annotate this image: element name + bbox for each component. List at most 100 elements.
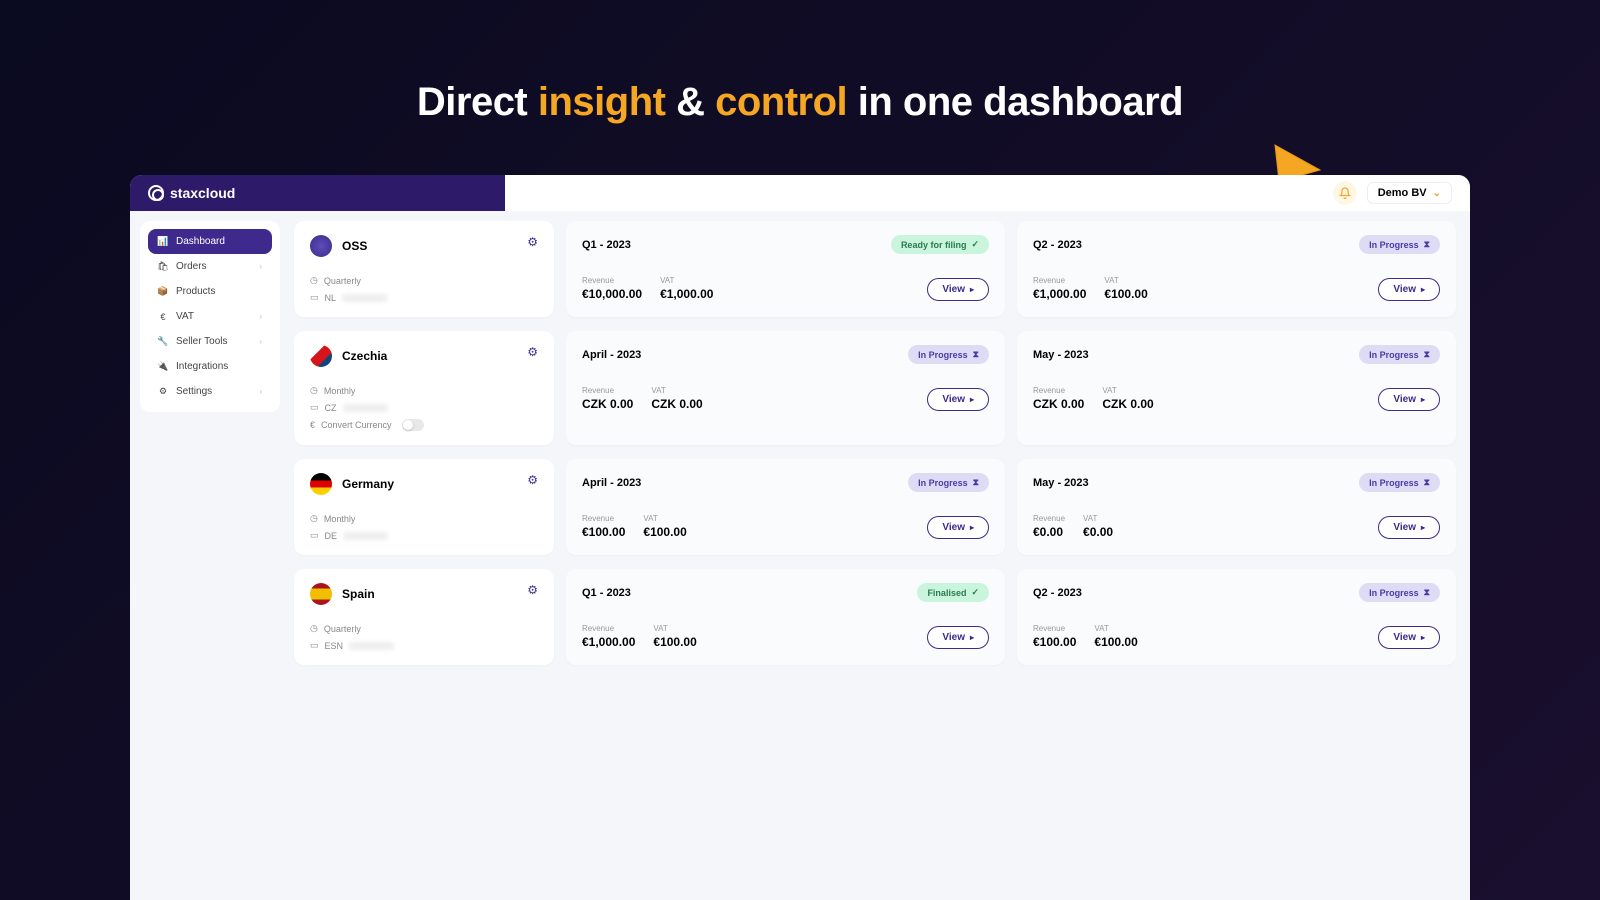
status-icon: ⧗: [973, 349, 979, 360]
id-icon: ▭: [310, 402, 319, 413]
sidebar-item-label: Dashboard: [176, 236, 225, 247]
period-card: Q2 - 2023 In Progress⧗ Revenue €1,000.00…: [1017, 221, 1456, 317]
id-icon: ▭: [310, 530, 319, 541]
sidebar-item-vat[interactable]: € VAT ›: [148, 304, 272, 329]
frequency-line: ◷Quarterly: [310, 275, 538, 286]
status-icon: ⧗: [1424, 239, 1430, 250]
arrow-right-icon: ▸: [1421, 285, 1425, 294]
sidebar-item-integrations[interactable]: 🔌 Integrations: [148, 354, 272, 379]
blurred-text: [349, 642, 394, 650]
sidebar-item-products[interactable]: 📦 Products: [148, 279, 272, 304]
brand-text: staxcloud: [170, 185, 235, 201]
region-name: OSS: [342, 239, 367, 253]
view-button[interactable]: View▸: [927, 278, 989, 301]
notifications-button[interactable]: [1333, 181, 1357, 205]
vat-metric: VAT €0.00: [1083, 514, 1113, 539]
sidebar-item-icon: 🛍: [158, 262, 168, 272]
sidebar-item-icon: ⚙: [158, 387, 168, 397]
flag-icon: [310, 235, 332, 257]
revenue-metric: Revenue CZK 0.00: [1033, 386, 1084, 411]
status-badge: In Progress⧗: [1359, 235, 1440, 254]
sidebar-item-label: Orders: [176, 261, 207, 272]
status-badge: Ready for filing✓: [891, 235, 989, 254]
period-title: Q2 - 2023: [1033, 239, 1082, 251]
period-title: April - 2023: [582, 349, 641, 361]
revenue-metric: Revenue €100.00: [582, 514, 625, 539]
revenue-metric: Revenue €10,000.00: [582, 276, 642, 301]
region-name: Germany: [342, 477, 394, 491]
sidebar-item-icon: 📊: [158, 237, 168, 247]
region-row-oss: OSS ⚙ ◷Quarterly ▭NL Q1 - 2023 Ready for…: [294, 221, 1456, 317]
period-card: May - 2023 In Progress⧗ Revenue CZK 0.00…: [1017, 331, 1456, 445]
view-button[interactable]: View▸: [927, 388, 989, 411]
region-card: OSS ⚙ ◷Quarterly ▭NL: [294, 221, 554, 317]
gear-icon[interactable]: ⚙: [527, 345, 538, 359]
euro-icon: €: [310, 420, 315, 430]
clock-icon: ◷: [310, 513, 318, 524]
period-card: Q1 - 2023 Ready for filing✓ Revenue €10,…: [566, 221, 1005, 317]
vat-metric: VAT CZK 0.00: [1102, 386, 1153, 411]
code-line: ▭ESN: [310, 640, 538, 651]
sidebar-item-icon: 🔧: [158, 337, 168, 347]
view-button[interactable]: View▸: [1378, 516, 1440, 539]
period-title: Q1 - 2023: [582, 587, 631, 599]
sidebar-item-icon: €: [158, 312, 168, 322]
period-card: April - 2023 In Progress⧗ Revenue CZK 0.…: [566, 331, 1005, 445]
period-title: April - 2023: [582, 477, 641, 489]
view-button[interactable]: View▸: [927, 516, 989, 539]
region-card: Germany ⚙ ◷Monthly ▭DE: [294, 459, 554, 555]
region-row-germany: Germany ⚙ ◷Monthly ▭DE April - 2023 In P…: [294, 459, 1456, 555]
gear-icon[interactable]: ⚙: [527, 583, 538, 597]
flag-icon: [310, 473, 332, 495]
convert-toggle[interactable]: [402, 419, 424, 431]
arrow-right-icon: ▸: [970, 523, 974, 532]
arrow-right-icon: ▸: [970, 285, 974, 294]
revenue-metric: Revenue €1,000.00: [1033, 276, 1086, 301]
chevron-down-icon: ⌄: [1433, 188, 1441, 199]
view-button[interactable]: View▸: [1378, 388, 1440, 411]
gear-icon[interactable]: ⚙: [527, 235, 538, 249]
status-badge: In Progress⧗: [1359, 583, 1440, 602]
frequency-line: ◷Quarterly: [310, 623, 538, 634]
blurred-text: [343, 532, 388, 540]
topbar: staxcloud Demo BV ⌄: [130, 175, 1470, 211]
period-title: May - 2023: [1033, 477, 1089, 489]
vat-metric: VAT €100.00: [643, 514, 686, 539]
frequency-line: ◷Monthly: [310, 385, 538, 396]
arrow-right-icon: ▸: [970, 633, 974, 642]
view-button[interactable]: View▸: [1378, 626, 1440, 649]
sidebar-item-seller-tools[interactable]: 🔧 Seller Tools ›: [148, 329, 272, 354]
sidebar: 📊 Dashboard 🛍 Orders ›📦 Products € VAT ›…: [140, 221, 280, 412]
brand: staxcloud: [148, 185, 235, 201]
revenue-metric: Revenue €0.00: [1033, 514, 1065, 539]
sidebar-item-settings[interactable]: ⚙ Settings ›: [148, 379, 272, 404]
period-card: April - 2023 In Progress⧗ Revenue €100.0…: [566, 459, 1005, 555]
view-button[interactable]: View▸: [927, 626, 989, 649]
sidebar-item-icon: 🔌: [158, 362, 168, 372]
brand-icon: [148, 185, 164, 201]
period-title: Q2 - 2023: [1033, 587, 1082, 599]
status-badge: In Progress⧗: [908, 473, 989, 492]
chevron-right-icon: ›: [259, 387, 262, 396]
vat-metric: VAT €100.00: [1104, 276, 1147, 301]
gear-icon[interactable]: ⚙: [527, 473, 538, 487]
company-label: Demo BV: [1378, 187, 1427, 199]
vat-metric: VAT €1,000.00: [660, 276, 713, 301]
view-button[interactable]: View▸: [1378, 278, 1440, 301]
status-icon: ✓: [971, 587, 979, 598]
region-row-czechia: Czechia ⚙ ◷Monthly ▭CZ €Convert Currency…: [294, 331, 1456, 445]
frequency-line: ◷Monthly: [310, 513, 538, 524]
clock-icon: ◷: [310, 623, 318, 634]
status-icon: ✓: [971, 239, 979, 250]
sidebar-item-orders[interactable]: 🛍 Orders ›: [148, 254, 272, 279]
status-icon: ⧗: [973, 477, 979, 488]
code-line: ▭DE: [310, 530, 538, 541]
vat-metric: VAT €100.00: [653, 624, 696, 649]
sidebar-item-icon: 📦: [158, 287, 168, 297]
region-row-spain: Spain ⚙ ◷Quarterly ▭ESN Q1 - 2023 Finali…: [294, 569, 1456, 665]
region-card: Spain ⚙ ◷Quarterly ▭ESN: [294, 569, 554, 665]
company-selector[interactable]: Demo BV ⌄: [1367, 182, 1452, 204]
sidebar-item-dashboard[interactable]: 📊 Dashboard: [148, 229, 272, 254]
period-title: May - 2023: [1033, 349, 1089, 361]
code-line: ▭CZ: [310, 402, 538, 413]
